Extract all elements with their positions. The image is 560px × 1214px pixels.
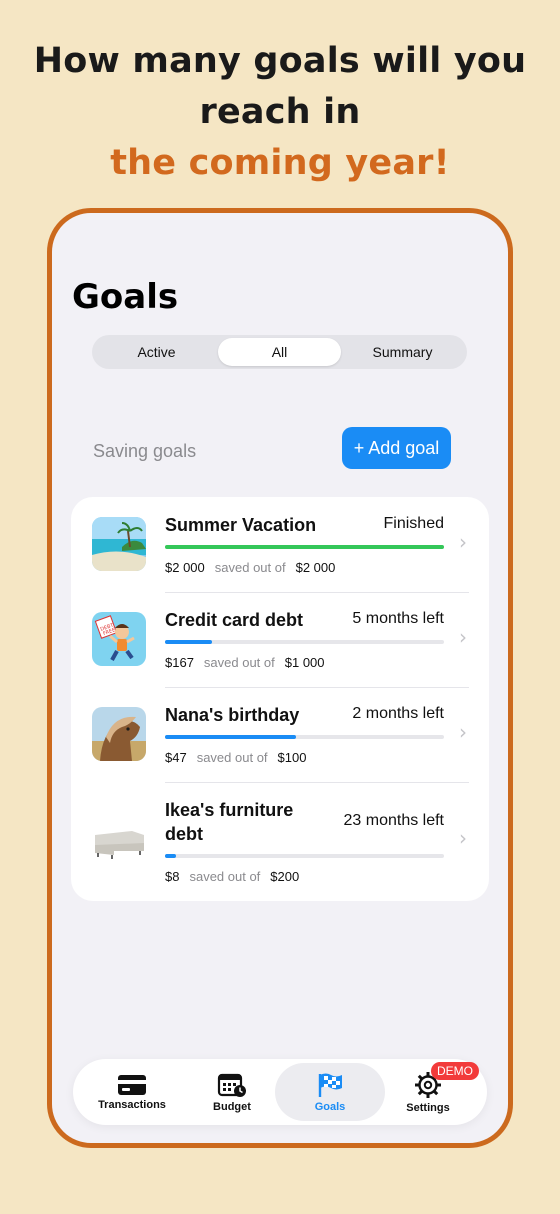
goal-status: Finished <box>383 515 444 532</box>
goal-progress-track <box>165 545 444 549</box>
segmented-control: Active All Summary <box>92 335 467 369</box>
tab-goals[interactable]: Goals <box>275 1063 385 1121</box>
add-goal-button[interactable]: + Add goal <box>342 427 451 469</box>
goal-saved-label: saved out of <box>196 750 268 765</box>
headline-line-2: reach in <box>199 92 361 132</box>
chevron-right-icon: › <box>459 826 467 850</box>
tab-label: Settings <box>406 1101 450 1114</box>
goal-row-nanas-birthday[interactable]: Nana's birthday 2 months left $47 saved … <box>71 687 489 782</box>
goal-progress-fill <box>165 854 177 858</box>
segment-summary[interactable]: Summary <box>341 338 464 366</box>
goal-amounts: $47 saved out of $100 <box>165 750 306 765</box>
goal-progress-track <box>165 640 444 644</box>
goal-saved-amount: $47 <box>165 750 187 765</box>
goal-progress-track <box>165 854 444 858</box>
section-label-saving-goals: Saving goals <box>93 441 197 461</box>
chevron-right-icon: › <box>459 720 467 744</box>
tab-transactions[interactable]: Transactions <box>77 1063 187 1121</box>
goal-row-credit-card-debt[interactable]: DEBT FREE Credit card debt 5 months left… <box>71 592 489 687</box>
horse-photo-image <box>92 707 146 761</box>
goal-status: 2 months left <box>352 705 444 722</box>
goal-target-amount: $2 000 <box>295 560 336 575</box>
debt-free-illustration-image: DEBT FREE <box>92 612 146 666</box>
goal-status: 23 months left <box>343 812 445 829</box>
goal-name: Summer Vacation <box>165 515 317 535</box>
calendar-clock-icon <box>217 1073 246 1097</box>
tab-budget[interactable]: Budget <box>177 1063 287 1121</box>
goal-row-ikea-furniture-debt[interactable]: Ikea's furniture debt 23 months left $8 … <box>71 782 489 901</box>
goal-progress-fill <box>165 545 444 549</box>
chevron-right-icon: › <box>459 625 467 649</box>
checkered-flag-icon <box>318 1073 342 1097</box>
goal-saved-label: saved out of <box>189 869 261 884</box>
goal-target-amount: $1 000 <box>284 655 325 670</box>
goal-target-amount: $200 <box>270 869 300 884</box>
goals-list: Summer Vacation Finished $2 000 saved ou… <box>71 497 489 901</box>
tab-label: Budget <box>213 1100 251 1113</box>
beach-photo-image <box>92 517 146 571</box>
demo-badge: DEMO <box>431 1062 479 1080</box>
goal-name: Ikea's furniture debt <box>165 800 294 844</box>
goal-saved-amount: $8 <box>165 869 180 884</box>
promo-headline: How many goals will you reach in the com… <box>0 36 560 189</box>
goal-saved-label: saved out of <box>203 655 275 670</box>
segment-all[interactable]: All <box>218 338 341 366</box>
goal-status: 5 months left <box>352 610 444 627</box>
tab-label: Goals <box>314 1100 346 1113</box>
goal-amounts: $8 saved out of $200 <box>165 869 299 884</box>
goal-target-amount: $100 <box>277 750 307 765</box>
chevron-right-icon: › <box>459 530 467 554</box>
goal-amounts: $2 000 saved out of $2 000 <box>165 560 335 575</box>
goal-saved-label: saved out of <box>214 560 286 575</box>
goal-progress-track <box>165 735 444 739</box>
sofa-photo-image <box>92 815 146 869</box>
goal-progress-fill <box>165 735 297 739</box>
headline-line-3: the coming year! <box>110 143 450 183</box>
headline-line-1: How many goals will you <box>33 41 527 81</box>
goal-name: Credit card debt <box>165 610 304 630</box>
goal-saved-amount: $167 <box>165 655 194 670</box>
tab-bar: Transactions Budget Goals Settings DEMO <box>73 1059 487 1125</box>
goal-name: Nana's birthday <box>165 705 300 725</box>
tab-label: Transactions <box>98 1098 166 1111</box>
goal-amounts: $167 saved out of $1 000 <box>165 655 325 670</box>
segment-active[interactable]: Active <box>95 338 218 366</box>
page-title: Goals <box>72 277 179 317</box>
credit-card-icon <box>118 1074 146 1095</box>
goal-saved-amount: $2 000 <box>165 560 205 575</box>
phone-frame: Goals Active All Summary Saving goals + … <box>47 208 513 1148</box>
goal-progress-fill <box>165 640 212 644</box>
goal-row-summer-vacation[interactable]: Summer Vacation Finished $2 000 saved ou… <box>71 497 489 592</box>
